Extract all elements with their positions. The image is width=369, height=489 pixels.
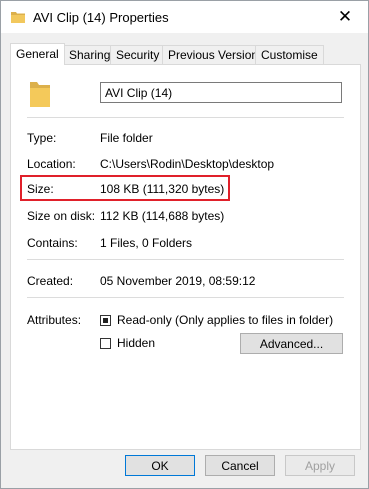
apply-button[interactable]: Apply <box>285 455 355 476</box>
location-label: Location: <box>27 157 76 171</box>
type-value: File folder <box>100 131 153 145</box>
separator <box>27 259 344 260</box>
attributes-label: Attributes: <box>27 313 82 327</box>
tab-security[interactable]: Security <box>110 45 166 64</box>
tab-customise[interactable]: Customise <box>255 45 324 64</box>
window-title: AVI Clip (14) Properties <box>33 10 169 25</box>
hidden-label: Hidden <box>117 336 156 350</box>
cancel-button[interactable]: Cancel <box>205 455 275 476</box>
tab-sharing[interactable]: Sharing <box>63 45 117 64</box>
size-on-disk-value: 112 KB (114,688 bytes) <box>100 209 225 223</box>
size-on-disk-label: Size on disk: <box>27 209 96 223</box>
folder-large-icon <box>30 82 50 107</box>
readonly-label: Read-only (Only applies to files in fold… <box>117 313 334 327</box>
tab-previous-versions[interactable]: Previous Versions <box>162 45 271 64</box>
ok-button[interactable]: OK <box>125 455 195 476</box>
hidden-checkbox[interactable] <box>100 338 111 349</box>
tab-general[interactable]: General <box>10 43 65 65</box>
created-value: 05 November 2019, 08:59:12 <box>100 274 256 288</box>
advanced-button[interactable]: Advanced... <box>240 333 343 354</box>
close-icon: ✕ <box>337 7 353 26</box>
size-value: 108 KB (111,320 bytes) <box>100 182 225 196</box>
separator <box>27 297 344 298</box>
properties-dialog: AVI Clip (14) Properties ✕ General Shari… <box>0 0 369 489</box>
readonly-checkbox[interactable] <box>100 315 111 326</box>
contains-label: Contains: <box>27 236 78 250</box>
folder-name-input[interactable]: AVI Clip (14) <box>100 82 342 103</box>
tab-strip: General Sharing Security Previous Versio… <box>10 43 360 65</box>
type-label: Type: <box>27 131 57 145</box>
location-value: C:\Users\Rodin\Desktop\desktop <box>100 157 275 171</box>
folder-icon <box>11 12 25 23</box>
title-bar[interactable]: AVI Clip (14) Properties ✕ <box>1 1 368 33</box>
close-button[interactable]: ✕ <box>322 1 368 33</box>
separator <box>27 117 344 118</box>
general-panel: AVI Clip (14) Type: File folder Location… <box>10 64 361 450</box>
created-label: Created: <box>27 274 74 288</box>
size-label: Size: <box>27 182 54 196</box>
contains-value: 1 Files, 0 Folders <box>100 236 193 250</box>
